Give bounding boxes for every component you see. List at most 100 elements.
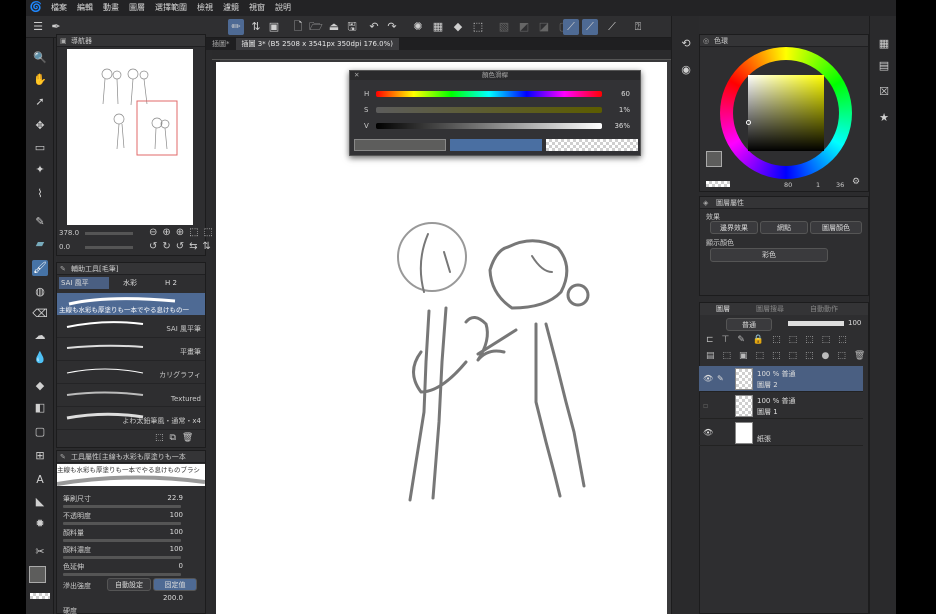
paint-density-value[interactable]: 100 bbox=[153, 545, 183, 553]
fill-icon[interactable]: ▦ bbox=[430, 19, 446, 35]
tab-layers[interactable]: 圖層 bbox=[716, 303, 730, 315]
brush-item[interactable]: Textured bbox=[57, 385, 205, 407]
sub-color-box[interactable] bbox=[450, 139, 542, 151]
brush-item[interactable]: SAI 風平筆 bbox=[57, 316, 205, 338]
tab-document-1[interactable]: 插圖* bbox=[206, 38, 236, 50]
paint-amount-value[interactable]: 100 bbox=[153, 528, 183, 536]
paint-density-slider[interactable] bbox=[63, 556, 181, 559]
tab-h2[interactable]: H 2 bbox=[163, 277, 197, 289]
zoom-icon[interactable]: 🔍 bbox=[32, 50, 48, 66]
layer-tools-row-2[interactable]: ▤⬚▣⬚⬚⬚⬚●⬚🗑 bbox=[706, 351, 873, 361]
help-icon[interactable]: ⍰ bbox=[630, 19, 646, 35]
fill-selection-icon[interactable]: ◩ bbox=[516, 19, 532, 35]
tab-document-2[interactable]: 插圖 3* (B5 2508 x 3541px 350dpi 176.0%) bbox=[235, 38, 399, 50]
paint-amount-slider[interactable] bbox=[63, 539, 181, 542]
tab-sai[interactable]: SAI 風平 bbox=[59, 277, 109, 289]
rotate-view-icon[interactable]: ⟲ bbox=[678, 36, 694, 52]
clear-icon[interactable]: ▧ bbox=[496, 19, 512, 35]
gradient-icon[interactable]: ◧ bbox=[32, 400, 48, 416]
menu-layer[interactable]: 圖層 bbox=[124, 0, 150, 16]
selection-icon[interactable]: ▭ bbox=[32, 140, 48, 156]
pencil-icon[interactable]: ▰ bbox=[32, 236, 48, 252]
eye-icon[interactable]: 👁 bbox=[703, 428, 713, 437]
fixed-value-button[interactable]: 固定值 bbox=[153, 578, 197, 591]
pen-mode-icon[interactable]: ✏ bbox=[228, 19, 244, 35]
hue-value[interactable]: 60 bbox=[612, 90, 630, 98]
layer-opacity-value[interactable]: 100 bbox=[848, 319, 861, 327]
new-file-icon[interactable]: 🗋 bbox=[290, 19, 306, 35]
transparent-color-box[interactable] bbox=[546, 139, 638, 151]
layer-row[interactable]: 👁 紙張 bbox=[699, 420, 863, 446]
wheel-transparent[interactable] bbox=[706, 181, 730, 187]
brush-icon[interactable]: 🖌 bbox=[32, 260, 48, 276]
blend-value[interactable]: 200.0 bbox=[153, 594, 183, 602]
hand-icon[interactable]: ✋ bbox=[32, 72, 48, 88]
rotate-buttons[interactable]: ↺↻↺⇆⇅ bbox=[149, 241, 216, 252]
value-slider[interactable] bbox=[376, 123, 602, 129]
brush-item[interactable]: 平畫筆 bbox=[57, 339, 205, 361]
material-icon[interactable]: ▤ bbox=[876, 58, 892, 74]
balloon-icon[interactable]: ◣ bbox=[32, 494, 48, 510]
auto-setting-button[interactable]: 自動設定 bbox=[107, 578, 151, 591]
eyedropper-icon[interactable]: ⌇ bbox=[32, 186, 48, 202]
close-panel-icon[interactable]: ☒ bbox=[876, 84, 892, 100]
pen-icon[interactable]: ✎ bbox=[32, 214, 48, 230]
value-value[interactable]: 36% bbox=[612, 122, 630, 130]
ruler-icon[interactable]: ⊞ bbox=[32, 448, 48, 464]
layer-color-button[interactable]: 圖層顏色 bbox=[810, 221, 862, 234]
frame-icon[interactable]: ▢ bbox=[32, 424, 48, 440]
opacity-slider[interactable] bbox=[788, 321, 844, 326]
snap-special-icon[interactable]: ⟋ bbox=[582, 19, 598, 35]
menu-animation[interactable]: 動畫 bbox=[98, 0, 124, 16]
airbrush-icon[interactable]: ◍ bbox=[32, 284, 48, 300]
quick-tool-icon[interactable]: ✒ bbox=[48, 19, 64, 35]
snap-grid-icon[interactable]: ⟋ bbox=[604, 19, 620, 35]
color-stretch-slider[interactable] bbox=[63, 573, 181, 576]
zoom-buttons[interactable]: ⊖⊕⊕⬚⬚ bbox=[149, 227, 218, 238]
zoom-slider[interactable] bbox=[85, 232, 133, 235]
eye-icon[interactable]: 👁 bbox=[703, 374, 713, 383]
hue-ring[interactable] bbox=[720, 47, 852, 179]
menu-window[interactable]: 視窗 bbox=[244, 0, 270, 16]
transparent-swatch[interactable] bbox=[30, 593, 50, 599]
water-icon[interactable]: 💧 bbox=[32, 350, 48, 366]
opacity-slider[interactable] bbox=[63, 522, 181, 525]
saturation-slider[interactable] bbox=[376, 107, 602, 113]
angle-slider[interactable] bbox=[85, 246, 133, 249]
bucket-icon[interactable]: ◆ bbox=[450, 19, 466, 35]
zoom-value[interactable]: 378.0 bbox=[59, 229, 79, 237]
redo-icon[interactable]: ↷ bbox=[384, 19, 400, 35]
layer-tools-row-1[interactable]: ⊏⊤✎🔒⬚⬚⬚⬚⬚ bbox=[706, 335, 855, 345]
color-picker-cursor[interactable] bbox=[746, 120, 751, 125]
operation-icon[interactable]: ➚ bbox=[32, 94, 48, 110]
camera-icon[interactable]: ▣ bbox=[266, 19, 282, 35]
correct-line-icon[interactable]: ✹ bbox=[32, 516, 48, 532]
palette-icon[interactable]: ▦ bbox=[876, 36, 892, 52]
undo-icon[interactable]: ↶ bbox=[366, 19, 382, 35]
angle-value[interactable]: 0.0 bbox=[59, 243, 70, 251]
open-folder-icon[interactable]: 🗁 bbox=[308, 19, 324, 35]
fill-bucket-icon[interactable]: ◆ bbox=[32, 378, 48, 394]
close-icon[interactable]: ✕ bbox=[354, 71, 359, 80]
saturation-value[interactable]: 1% bbox=[612, 106, 630, 114]
tab-layer-search[interactable]: 圖層搜尋 bbox=[756, 303, 784, 315]
opacity-value[interactable]: 100 bbox=[153, 511, 183, 519]
main-color-box[interactable] bbox=[354, 139, 446, 151]
blend-mode-select[interactable]: 普通 bbox=[726, 318, 772, 331]
eye-icon[interactable]: ▫ bbox=[703, 401, 708, 410]
tone-button[interactable]: 網點 bbox=[760, 221, 808, 234]
layer-row[interactable]: 👁 ✎ 100 % 普通 圖層 2 bbox=[699, 366, 863, 392]
extra-icon[interactable]: ✂ bbox=[32, 544, 48, 560]
main-color-swatch[interactable] bbox=[29, 566, 46, 583]
brush-item[interactable]: よわ太鉛筆風・通常・x4 bbox=[57, 408, 205, 430]
size-value[interactable]: 22.9 bbox=[153, 494, 183, 502]
magic-wand-icon[interactable]: ✦ bbox=[32, 162, 48, 178]
transform-icon[interactable]: ⬚ bbox=[470, 19, 486, 35]
size-slider[interactable] bbox=[63, 505, 181, 508]
blend-icon[interactable]: ☁ bbox=[32, 328, 48, 344]
saturation-value-square[interactable] bbox=[748, 75, 824, 151]
wheel-main-color[interactable] bbox=[706, 151, 722, 167]
snap-ruler-icon[interactable]: ⟋ bbox=[563, 19, 579, 35]
menu-view[interactable]: 檢視 bbox=[192, 0, 218, 16]
text-icon[interactable]: A bbox=[32, 472, 48, 488]
